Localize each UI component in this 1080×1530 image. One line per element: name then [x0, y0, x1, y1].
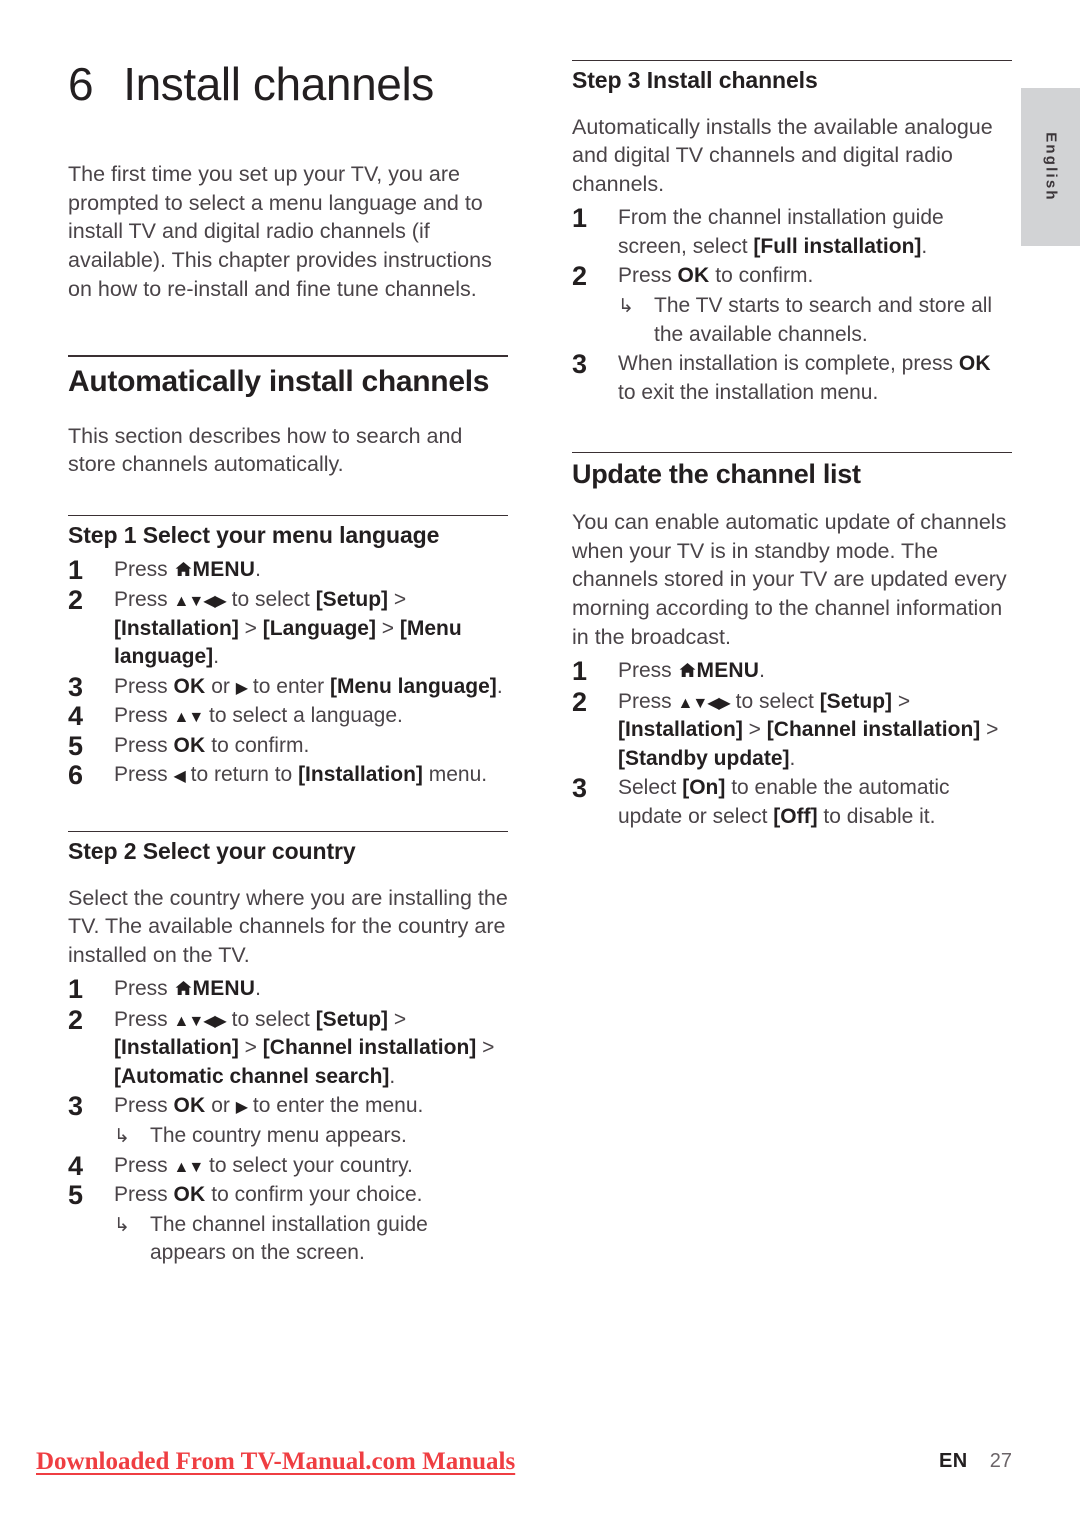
step-number: 1 [572, 203, 588, 234]
watermark-link[interactable]: Downloaded From TV-Manual.com Manuals [36, 1448, 515, 1476]
list-item: 3 When installation is complete, press O… [572, 349, 1012, 407]
step-text: Press ▲▼◀▶ to select [Setup] > [Installa… [114, 1007, 495, 1088]
step1-instruction-list: 1 Press MENU. 2 Press ▲▼◀▶ to select [Se… [68, 555, 508, 791]
dpad-arrows-glyph: ▲▼◀▶ [173, 1010, 227, 1030]
home-icon [175, 557, 192, 586]
step2-paragraph: Select the country where you are install… [68, 885, 508, 967]
list-item: 6 Press ◀ to return to [Installation] me… [68, 760, 508, 790]
step-text: Press ▲▼ to select a language. [114, 704, 403, 728]
step-text: Press ▲▼◀▶ to select [Setup] > [Installa… [114, 588, 462, 669]
list-item: 4 Press ▲▼ to select a language. [68, 701, 508, 731]
step-result-note: ↳ The channel installation guide appears … [114, 1212, 428, 1265]
result-arrow-icon: ↳ [618, 296, 634, 318]
step-text: Press ▲▼ to select your country. [114, 1153, 413, 1177]
home-icon [175, 976, 192, 1005]
dpad-arrows-glyph: ▲▼◀▶ [677, 692, 731, 712]
page-footer: Downloaded From TV-Manual.com Manuals EN… [0, 1448, 1080, 1494]
step-number: 2 [68, 585, 84, 616]
step-number: 5 [68, 1180, 84, 1211]
step-heading-2: Step 2 Select your country [68, 837, 356, 864]
left-arrow-glyph: ◀ [173, 766, 186, 786]
step3-paragraph: Automatically installs the available ana… [572, 114, 993, 196]
update-list-instruction-list: 1 Press MENU. 2 Press ▲▼◀▶ to select [Se… [572, 656, 1012, 831]
step-number: 2 [68, 1004, 84, 1035]
step-result-note: ↳ The country menu appears. [114, 1122, 508, 1151]
step-text: Press ▲▼◀▶ to select [Setup] > [Installa… [618, 689, 999, 770]
updown-arrows-glyph: ▲▼ [173, 1156, 205, 1176]
right-column: Step 3 Install channels Automatically in… [572, 60, 1012, 833]
manual-page: English 6 Install channels The first tim… [0, 0, 1080, 1530]
chapter-intro-paragraph: The first time you set up your TV, you a… [68, 162, 492, 301]
list-item: 3 Select [On] to enable the automatic up… [572, 773, 1012, 831]
list-item: 1 Press MENU. [68, 974, 508, 1005]
step-text: Press OK or ▶ to enter [Menu language]. [114, 674, 503, 698]
step-heading-3: Step 3 Install channels [572, 67, 818, 93]
step-text: Press OK to confirm. ↳ The TV starts to s… [618, 264, 1012, 349]
step-text: Press OK to confirm your choice. ↳ The ch… [114, 1183, 508, 1268]
list-item: 2 Press OK to confirm. ↳ The TV starts to… [572, 261, 1012, 349]
language-side-tab: English [1021, 88, 1080, 246]
step-text: Press OK to confirm. [114, 733, 310, 757]
step-text: Press ◀ to return to [Installation] menu… [114, 763, 488, 787]
step-text: Press MENU. [114, 558, 261, 581]
step-text: When installation is complete, press OK … [618, 352, 991, 404]
section-heading-update-channel-list: Update the channel list [572, 459, 861, 490]
list-item: 5 Press OK to confirm. [68, 731, 508, 761]
chapter-title: 6 Install channels [68, 58, 508, 110]
step-heading-1: Step 1 Select your menu language [68, 521, 440, 548]
list-item: 4 Press ▲▼ to select your country. [68, 1151, 508, 1181]
list-item: 2 Press ▲▼◀▶ to select [Setup] > [Instal… [572, 687, 1012, 774]
page-number-block: EN 27 [939, 1450, 1012, 1473]
home-icon [679, 658, 696, 687]
list-item: 2 Press ▲▼◀▶ to select [Setup] > [Instal… [68, 1005, 508, 1092]
step-text: Press OK or ▶ to enter the menu. ↳ The co… [114, 1094, 508, 1150]
right-arrow-glyph: ▶ [235, 1097, 248, 1117]
step2-instruction-list: 1 Press MENU. 2 Press ▲▼◀▶ to select [Se… [68, 974, 508, 1268]
list-item: 1 Press MENU. [572, 656, 1012, 687]
step-number: 6 [68, 760, 84, 791]
result-arrow-icon: ↳ [114, 1214, 130, 1236]
left-column: 6 Install channels The first time you se… [68, 60, 508, 1269]
step-text: Select [On] to enable the automatic upda… [618, 776, 950, 828]
chapter-name: Install channels [123, 58, 434, 110]
list-item: 3 Press OK or ▶ to enter [Menu language]… [68, 672, 508, 702]
list-item: 2 Press ▲▼◀▶ to select [Setup] > [Instal… [68, 585, 508, 672]
language-side-tab-label: English [1042, 132, 1059, 202]
list-item: 1 Press MENU. [68, 555, 508, 586]
list-item: 3 Press OK or ▶ to enter the menu. ↳ The … [68, 1091, 508, 1150]
step-number: 2 [572, 686, 588, 717]
step3-instruction-list: 1 From the channel installation guide sc… [572, 203, 1012, 407]
step-number: 2 [572, 261, 588, 292]
dpad-arrows-glyph: ▲▼◀▶ [173, 591, 227, 611]
list-item: 1 From the channel installation guide sc… [572, 203, 1012, 261]
update-list-paragraph: You can enable automatic update of chann… [572, 510, 1007, 649]
footer-page-number: 27 [989, 1450, 1012, 1472]
step-text: Press MENU. [114, 977, 261, 1000]
footer-locale: EN [938, 1450, 968, 1472]
list-item: 5 Press OK to confirm your choice. ↳ The … [68, 1180, 508, 1268]
step-result-note: ↳ The TV starts to search and store all t… [618, 294, 993, 346]
step-text: From the channel installation guide scre… [618, 206, 944, 258]
auto-install-paragraph: This section describes how to search and… [68, 423, 463, 477]
chapter-number: 6 [68, 58, 94, 110]
step-number: 3 [572, 773, 588, 804]
section-heading-auto-install: Automatically install channels [68, 365, 490, 399]
step-number: 3 [572, 349, 588, 380]
result-arrow-icon: ↳ [114, 1126, 130, 1148]
right-arrow-glyph: ▶ [235, 677, 248, 697]
step-text: Press MENU. [618, 659, 765, 682]
step-number: 3 [68, 1091, 84, 1122]
updown-arrows-glyph: ▲▼ [173, 707, 205, 727]
